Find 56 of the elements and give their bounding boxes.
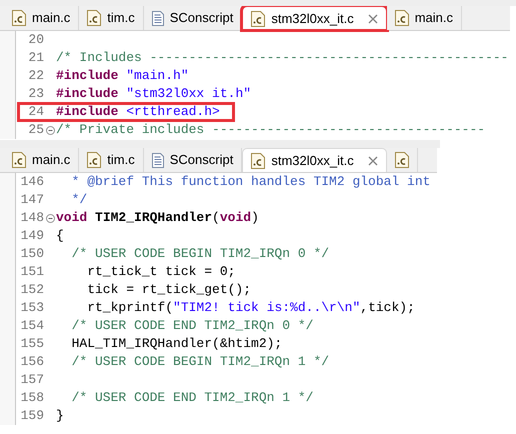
c-file-icon [394, 152, 409, 168]
code-line: #include <rtthread.h> [56, 103, 220, 122]
close-icon[interactable] [368, 14, 378, 24]
line-number: 157 [20, 371, 44, 390]
code-line: void TIM2_IRQHandler(void) [56, 209, 259, 228]
code-line: /* USER CODE BEGIN TIM2_IRQn 0 */ [70, 245, 330, 264]
line-number: 146 [20, 173, 44, 192]
c-file-icon [12, 152, 26, 168]
line-number: 154 [20, 317, 44, 336]
line-number: 20 [27, 31, 44, 50]
code-line: */ [70, 191, 88, 210]
code-line: } [56, 407, 64, 426]
code-line: /* Includes ---------------------------------------------- [56, 49, 508, 68]
code-line: /* USER CODE END TIM2_IRQn 0 */ [70, 317, 314, 336]
line-number: 158 [20, 389, 44, 408]
code-line: /* USER CODE END TIM2_IRQn 1 */ [70, 389, 314, 408]
line-number: 24 [27, 103, 44, 122]
editor-tab[interactable]: main.c [386, 6, 462, 30]
line-number: 149 [20, 227, 44, 246]
code-line: tick = rt_tick_get(); [86, 281, 252, 300]
c-file-icon [87, 10, 102, 26]
c-file-icon [87, 152, 102, 168]
collapse-icon[interactable] [46, 126, 54, 134]
collapse-icon[interactable] [46, 214, 54, 222]
line-number: 147 [20, 191, 44, 210]
line-number: 22 [27, 67, 44, 86]
line-number: 159 [20, 407, 44, 426]
line-number: 151 [20, 263, 44, 282]
line-number: 148 [20, 209, 44, 228]
code-line: HAL_TIM_IRQHandler(&htim2); [70, 335, 282, 354]
c-file-icon [12, 10, 26, 26]
line-number: 153 [20, 299, 44, 318]
c-file-icon [251, 152, 266, 168]
code-line: * @brief This function handles TIM2 global int [70, 173, 430, 192]
code-line: /* Private includes ----------------------------------- [56, 121, 486, 140]
editor-tab[interactable]: stm32l0xx_it.c [242, 6, 387, 30]
line-number: 25 [27, 121, 44, 140]
close-icon[interactable] [368, 156, 378, 166]
editor-tab[interactable]: stm32l0xx_it.c [242, 148, 387, 172]
code-line: #include "main.h" [56, 67, 189, 86]
code-line: rt_kprintf("TIM2! tick is:%d..\r\n",tick); [86, 299, 415, 318]
document-icon [152, 152, 164, 168]
c-file-icon [394, 10, 409, 26]
code-line: #include "stm32l0xx it.h" [56, 85, 252, 104]
line-number: 23 [27, 85, 44, 104]
c-file-icon [251, 10, 266, 26]
editor-tab[interactable] [386, 148, 418, 172]
code-line: /* USER CODE BEGIN TIM2_IRQn 1 */ [70, 353, 330, 372]
line-number: 156 [20, 353, 44, 372]
code-line: { [56, 227, 64, 246]
line-number: 152 [20, 281, 44, 300]
document-icon [152, 10, 164, 26]
line-number: 155 [20, 335, 44, 354]
line-number: 150 [20, 245, 44, 264]
line-number: 21 [27, 49, 44, 68]
code-line: rt_tick_t tick = 0; [86, 263, 236, 282]
